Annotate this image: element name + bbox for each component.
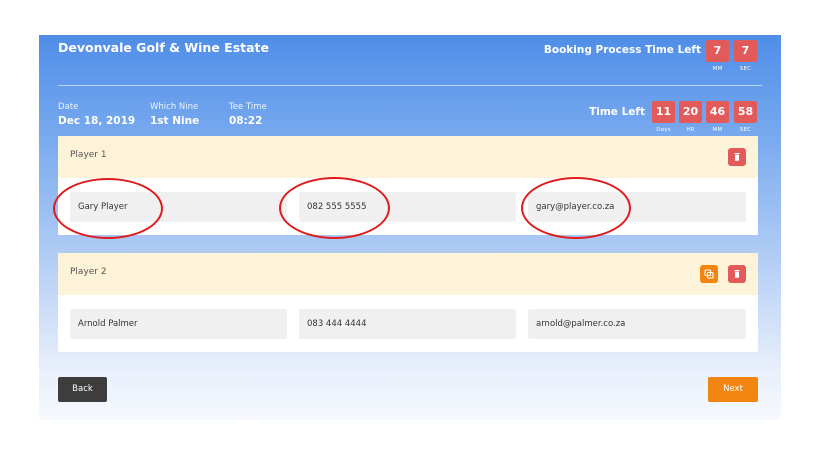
booking-timer-minutes: 7	[706, 40, 729, 62]
tee-timer-seconds: 58	[734, 101, 757, 123]
tee-timer-minutes: 46	[706, 101, 729, 123]
booking-timer-minutes-unit: MM	[712, 66, 723, 72]
player-name-input[interactable]: Gary Player	[70, 192, 287, 222]
player-title: Player 1	[70, 150, 107, 160]
delete-player-button[interactable]	[728, 265, 746, 283]
player-card-header: Player 2	[58, 253, 758, 295]
player-email-input[interactable]: arnold@palmer.co.za	[528, 309, 746, 339]
player-card-1: Player 1 Gary Player 082 555 5555 gary@p…	[58, 136, 758, 235]
tee-timer-hours-unit: HR	[686, 127, 695, 133]
date-label: Date	[58, 102, 79, 112]
tee-timer-seconds-unit: SEC	[739, 127, 752, 133]
delete-player-button[interactable]	[728, 148, 746, 166]
tee-timer-minutes-unit: MM	[712, 127, 723, 133]
player-email-input[interactable]: gary@player.co.za	[528, 192, 746, 222]
back-button[interactable]: Back	[58, 377, 107, 402]
tee-time-label: Tee Time	[229, 102, 267, 112]
tee-timer-label: Time Left	[589, 106, 645, 118]
trash-icon	[734, 270, 740, 278]
player-phone-input[interactable]: 083 444 4444	[299, 309, 516, 339]
trash-icon	[734, 153, 740, 161]
player-card-header: Player 1	[58, 136, 758, 178]
booking-timer-seconds-unit: SEC	[739, 66, 752, 72]
tee-timer-days: 11	[652, 101, 675, 123]
booking-panel: Devonvale Golf & Wine Estate Booking Pro…	[39, 35, 781, 420]
player-name-input[interactable]: Arnold Palmer	[70, 309, 287, 339]
player-card-2: Player 2 Arnold Palmer 083 444 4444 arno…	[58, 253, 758, 352]
header-divider	[58, 85, 762, 86]
copy-icon	[704, 269, 714, 279]
tee-timer-hours: 20	[679, 101, 702, 123]
which-nine-value: 1st Nine	[150, 115, 200, 127]
tee-time-value: 08:22	[229, 115, 263, 127]
player-phone-input[interactable]: 082 555 5555	[299, 192, 516, 222]
player-title: Player 2	[70, 267, 107, 277]
which-nine-label: Which Nine	[150, 102, 199, 112]
date-value: Dec 18, 2019	[58, 115, 136, 127]
next-button[interactable]: Next	[708, 377, 758, 402]
booking-timer-seconds: 7	[734, 40, 757, 62]
tee-timer-days-unit: Days	[656, 127, 671, 133]
estate-title: Devonvale Golf & Wine Estate	[58, 40, 270, 55]
copy-player-button[interactable]	[700, 265, 718, 283]
booking-timer-label: Booking Process Time Left	[543, 44, 701, 56]
